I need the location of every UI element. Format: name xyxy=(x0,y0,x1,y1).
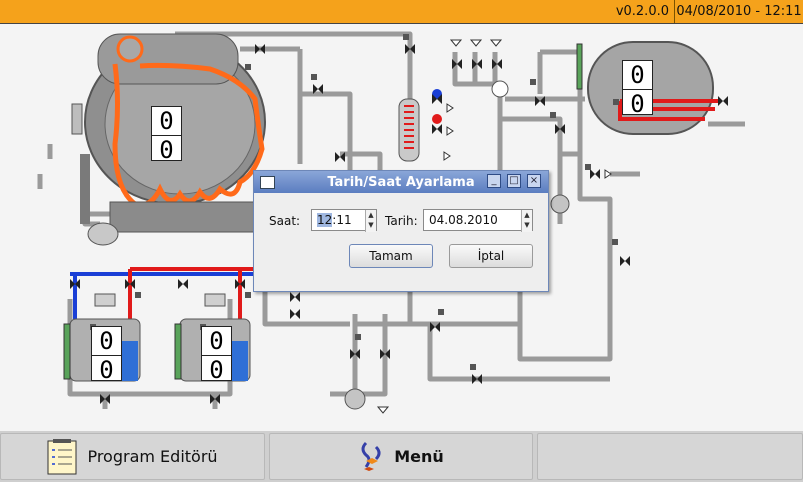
date-input[interactable]: 04.08.2010 ▲ ▼ xyxy=(423,209,533,232)
document-list-icon xyxy=(47,438,77,474)
time-label: Saat: xyxy=(269,214,301,228)
main-vessel-counter: 0 0 xyxy=(151,106,182,164)
date-label: Tarih: xyxy=(385,214,418,228)
left-tank-counter: 0 0 xyxy=(91,326,122,384)
version-label: v0.2.0.0 xyxy=(615,4,669,19)
menu-label: Menü xyxy=(394,447,444,466)
datetime-display[interactable]: 04/08/2010 - 12:11 xyxy=(674,0,803,23)
menu-logo-icon xyxy=(361,441,381,471)
right-tank-counter: 0 0 xyxy=(201,326,232,384)
cancel-button[interactable]: İptal xyxy=(449,244,533,268)
storage-tank xyxy=(587,41,745,135)
menu-button[interactable]: Menü xyxy=(269,433,533,480)
top-status-bar: v0.2.0.0 04/08/2010 - 12:11 xyxy=(0,0,803,23)
time-hours: 12 xyxy=(317,213,333,227)
empty-toolbar-slot xyxy=(537,433,803,480)
close-icon[interactable]: × xyxy=(527,174,541,188)
program-editor-label: Program Editörü xyxy=(87,447,218,466)
time-input[interactable]: 12:11 ▲ ▼ xyxy=(311,209,377,232)
date-spinner[interactable]: ▲ ▼ xyxy=(521,210,532,232)
ok-button[interactable]: Tamam xyxy=(349,244,433,268)
minimize-icon[interactable]: _ xyxy=(487,174,501,188)
datetime-settings-dialog: Tarih/Saat Ayarlama _ □ × Saat: 12:11 ▲ ▼… xyxy=(253,170,549,292)
bottom-toolbar: Program Editörü Menü xyxy=(0,431,803,482)
time-spinner[interactable]: ▲ ▼ xyxy=(365,210,376,232)
program-editor-button[interactable]: Program Editörü xyxy=(0,433,265,480)
maximize-icon[interactable]: □ xyxy=(507,174,521,188)
dialog-titlebar[interactable]: Tarih/Saat Ayarlama _ □ × xyxy=(254,171,548,193)
time-minutes: :11 xyxy=(332,213,352,227)
dialog-title: Tarih/Saat Ayarlama xyxy=(327,174,475,190)
storage-tank-counter: 0 0 xyxy=(622,60,653,118)
date-value: 04.08.2010 xyxy=(429,213,498,227)
